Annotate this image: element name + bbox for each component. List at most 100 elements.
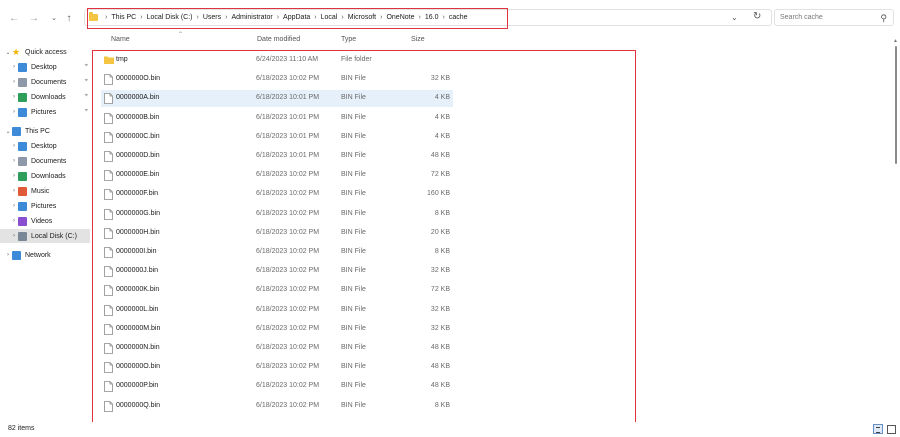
chevron-right-icon[interactable]: ›: [10, 64, 18, 70]
file-row[interactable]: 0000000P.bin 6/18/2023 10:02 PM BIN File 48…: [101, 378, 453, 395]
breadcrumb-item[interactable]: This PC: [111, 14, 136, 21]
breadcrumb-separator-icon[interactable]: ›: [419, 14, 421, 21]
chevron-right-icon[interactable]: ›: [10, 188, 18, 194]
column-header-date[interactable]: Date modified: [257, 36, 300, 43]
file-size: 48 KB: [430, 152, 450, 159]
tiles-view-icon[interactable]: [886, 424, 896, 434]
file-row[interactable]: 0000000B.bin 6/18/2023 10:01 PM BIN File 4 …: [101, 110, 453, 127]
sidebar-item-label: Network: [25, 251, 51, 259]
sidebar-item-quick-access[interactable]: ⌄ ★ Quick access: [0, 45, 90, 59]
breadcrumb-item[interactable]: AppData: [283, 14, 310, 21]
forward-arrow-icon[interactable]: →: [27, 11, 41, 25]
file-type: BIN File: [341, 75, 366, 83]
breadcrumb-item[interactable]: OneNote: [386, 14, 414, 21]
chevron-right-icon[interactable]: ›: [10, 203, 18, 209]
file-size: 4 KB: [434, 113, 450, 121]
column-header-type[interactable]: Type: [341, 36, 356, 43]
file-row[interactable]: 0000000E.bin 6/18/2023 10:02 PM BIN File 72…: [101, 167, 453, 184]
breadcrumb-separator-icon[interactable]: ›: [442, 14, 444, 21]
chevron-right-icon[interactable]: ›: [10, 173, 18, 179]
breadcrumb-item[interactable]: cache: [449, 14, 468, 21]
chevron-right-icon[interactable]: ›: [10, 158, 18, 164]
sidebar-item-pictures[interactable]: › Pictures: [0, 199, 90, 213]
details-view-icon[interactable]: [873, 424, 883, 434]
search-input[interactable]: Search cache ⚲: [774, 9, 894, 26]
file-size: 32 KB: [430, 305, 450, 313]
sidebar-item-network[interactable]: › Network: [0, 248, 90, 262]
up-arrow-icon[interactable]: ↑: [62, 11, 76, 25]
sidebar-item-desktop[interactable]: › Desktop ⌖: [0, 60, 90, 74]
file-date: 6/18/2023 10:02 PM: [256, 267, 320, 275]
address-dropdown-icon[interactable]: ⌄: [731, 13, 738, 22]
file-name: 0000000B.bin: [116, 113, 160, 121]
sidebar-item-label: Pictures: [31, 108, 57, 116]
file-date: 6/24/2023 11:10 AM: [256, 56, 319, 63]
downloads-icon: [18, 171, 27, 181]
breadcrumb-separator-icon[interactable]: ›: [277, 14, 279, 21]
sidebar-item-this-pc[interactable]: ⌄ This PC: [0, 124, 90, 138]
file-row[interactable]: 0000000O.bin 6/18/2023 10:02 PM BIN File 32…: [101, 71, 453, 88]
chevron-right-icon[interactable]: ›: [10, 94, 18, 100]
sidebar-item-pictures[interactable]: › Pictures ⌖: [0, 105, 90, 119]
sidebar-item-music[interactable]: › Music: [0, 184, 90, 198]
breadcrumb-item[interactable]: Microsoft: [348, 14, 376, 21]
folder-row[interactable]: tmp 6/24/2023 11:10 AM File folder: [101, 52, 453, 69]
scroll-thumb[interactable]: [895, 46, 897, 164]
breadcrumb-separator-icon[interactable]: ›: [225, 14, 227, 21]
refresh-icon[interactable]: ↻: [753, 11, 761, 22]
sidebar-item-downloads[interactable]: › Downloads ⌖: [0, 90, 90, 104]
sidebar-item-downloads[interactable]: › Downloads: [0, 169, 90, 183]
chevron-right-icon[interactable]: ›: [10, 218, 18, 224]
column-header-size[interactable]: Size: [411, 36, 425, 43]
chevron-right-icon[interactable]: ›: [4, 252, 12, 258]
sidebar-item-documents[interactable]: › Documents ⌖: [0, 75, 90, 89]
scrollbar[interactable]: ▲: [893, 34, 898, 422]
breadcrumb-separator-icon[interactable]: ›: [380, 14, 382, 21]
file-row[interactable]: 0000000D.bin 6/18/2023 10:01 PM BIN File 48…: [101, 148, 453, 165]
breadcrumb-separator-icon[interactable]: ›: [341, 14, 343, 21]
chevron-down-icon[interactable]: ⌄: [4, 49, 12, 56]
file-type: BIN File: [341, 382, 366, 390]
file-row[interactable]: 0000000I.bin 6/18/2023 10:02 PM BIN File 8 …: [101, 244, 453, 261]
file-row[interactable]: 0000000N.bin 6/18/2023 10:02 PM BIN File 48…: [101, 340, 453, 357]
chevron-right-icon[interactable]: ›: [10, 109, 18, 115]
scroll-up-icon[interactable]: ▲: [893, 38, 898, 44]
file-size: 20 KB: [430, 228, 450, 236]
file-row[interactable]: 0000000H.bin 6/18/2023 10:02 PM BIN File 20…: [101, 225, 453, 242]
sidebar-item-local-disk-c[interactable]: › Local Disk (C:): [0, 229, 90, 243]
file-row[interactable]: 0000000O.bin 6/18/2023 10:02 PM BIN File 48…: [101, 359, 453, 376]
breadcrumb-item[interactable]: Local: [321, 14, 338, 21]
column-header-name[interactable]: Name: [111, 36, 130, 43]
sidebar-item-documents[interactable]: › Documents: [0, 154, 90, 168]
breadcrumb-separator-icon[interactable]: ›: [140, 14, 142, 21]
file-row[interactable]: 0000000K.bin 6/18/2023 10:02 PM BIN File 72…: [101, 282, 453, 299]
breadcrumb-separator-icon[interactable]: ›: [105, 14, 107, 21]
file-row[interactable]: 0000000Q.bin 6/18/2023 10:02 PM BIN File 8 …: [101, 398, 453, 415]
chevron-right-icon[interactable]: ›: [10, 233, 18, 239]
address-bar[interactable]: › This PC › Local Disk (C:) › Users › Administr…: [84, 9, 772, 26]
file-row[interactable]: 0000000J.bin 6/18/2023 10:02 PM BIN File 32…: [101, 263, 453, 280]
file-row[interactable]: 0000000A.bin 6/18/2023 10:01 PM BIN File 4 …: [101, 90, 453, 108]
videos-icon: [18, 216, 27, 226]
breadcrumb-item[interactable]: Local Disk (C:): [147, 14, 193, 21]
breadcrumb-item[interactable]: 16.0: [425, 14, 439, 21]
sidebar-item-label: Desktop: [31, 142, 57, 150]
breadcrumb-separator-icon[interactable]: ›: [314, 14, 316, 21]
file-icon: [104, 189, 113, 201]
chevron-right-icon[interactable]: ›: [10, 143, 18, 149]
file-row[interactable]: 0000000F.bin 6/18/2023 10:02 PM BIN File 16…: [101, 186, 453, 203]
back-arrow-icon[interactable]: ←: [7, 11, 21, 25]
file-row[interactable]: 0000000M.bin 6/18/2023 10:02 PM BIN File 32…: [101, 321, 453, 338]
chevron-down-icon[interactable]: ⌄: [4, 128, 12, 135]
file-size: 4 KB: [434, 132, 450, 140]
file-row[interactable]: 0000000L.bin 6/18/2023 10:02 PM BIN File 32…: [101, 302, 453, 319]
sidebar-item-desktop[interactable]: › Desktop: [0, 139, 90, 153]
breadcrumb-item[interactable]: Users: [203, 14, 221, 21]
breadcrumb-item[interactable]: Administrator: [231, 14, 272, 21]
chevron-right-icon[interactable]: ›: [10, 79, 18, 85]
recent-chevron-icon[interactable]: ⌄: [47, 11, 61, 25]
file-row[interactable]: 0000000G.bin 6/18/2023 10:02 PM BIN File 8 …: [101, 206, 453, 223]
file-row[interactable]: 0000000C.bin 6/18/2023 10:01 PM BIN File 4 …: [101, 129, 453, 146]
breadcrumb-separator-icon[interactable]: ›: [197, 14, 199, 21]
sidebar-item-videos[interactable]: › Videos: [0, 214, 90, 228]
